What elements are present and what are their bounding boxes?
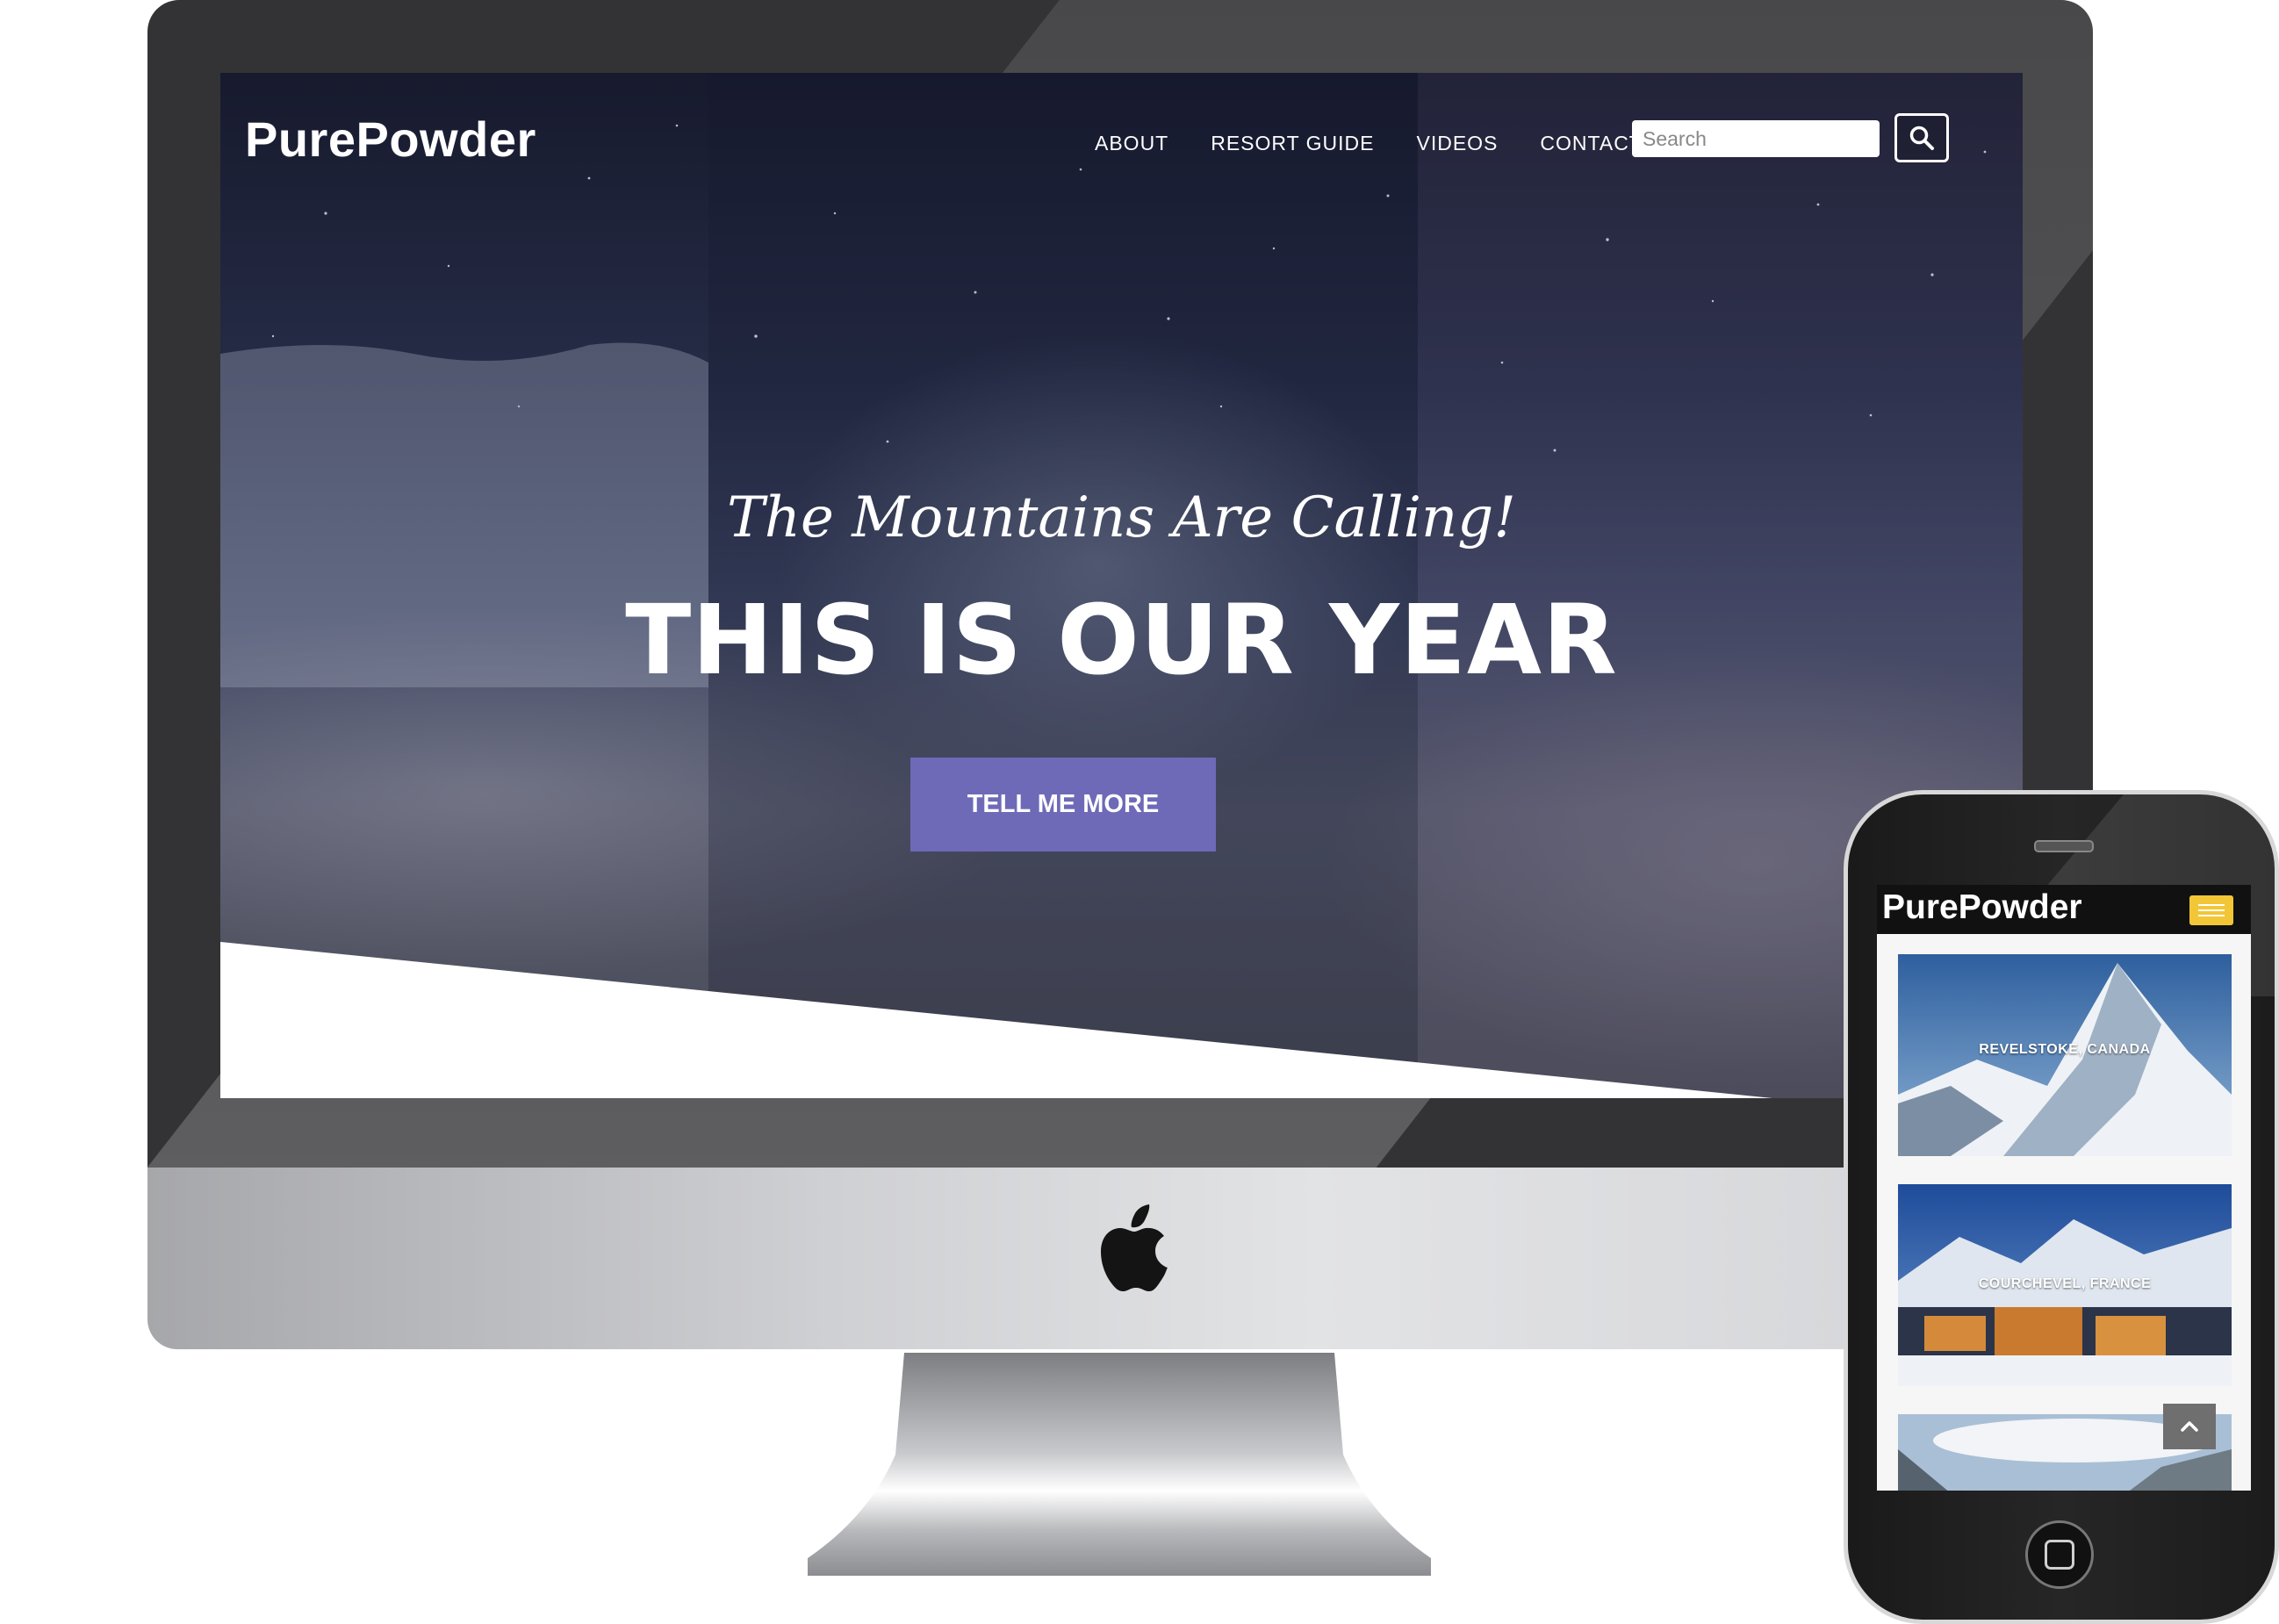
search-button[interactable]: [1894, 113, 1949, 162]
resort-card-label: REVELSTOKE, CANADA: [1979, 1042, 2151, 1057]
site-logo[interactable]: PurePowder: [245, 111, 536, 168]
home-button-icon: [2045, 1540, 2074, 1570]
device-mockup-stage: PurePowder ABOUT RESORT GUIDE VIDEOS CON…: [0, 0, 2279, 1624]
tell-me-more-button[interactable]: TELL ME MORE: [910, 758, 1216, 852]
hamburger-icon-bar: [2198, 909, 2225, 911]
nav-item-videos[interactable]: VIDEOS: [1416, 132, 1498, 155]
resort-card-label: COURCHEVEL, FRANCE: [1978, 1276, 2152, 1291]
back-to-top-button[interactable]: [2163, 1404, 2216, 1449]
mobile-header: PurePowder: [1877, 885, 2251, 934]
hamburger-icon-bar: [2198, 904, 2225, 906]
monitor-stand: [808, 1353, 1431, 1576]
mobile-website-screen: PurePowder REVELSTOKE, CANADA COURCHEVEL…: [1877, 885, 2251, 1491]
hamburger-menu-button[interactable]: [2189, 895, 2233, 925]
hamburger-icon-bar: [2198, 915, 2225, 916]
nav-item-resort-guide[interactable]: RESORT GUIDE: [1211, 132, 1374, 155]
desktop-website-screen: PurePowder ABOUT RESORT GUIDE VIDEOS CON…: [220, 73, 2023, 1098]
phone-home-button: [2025, 1520, 2094, 1589]
apple-logo-icon: [1101, 1204, 1168, 1291]
resort-card[interactable]: COURCHEVEL, FRANCE: [1898, 1184, 2232, 1386]
hero-headline: THIS IS OUR YEAR: [625, 584, 1618, 696]
hero-tagline: The Mountains Are Calling!: [727, 485, 1516, 550]
mobile-site-logo[interactable]: PurePowder: [1882, 888, 2082, 927]
chevron-up-icon: [2181, 1421, 2198, 1432]
main-nav: ABOUT RESORT GUIDE VIDEOS CONTACT: [1095, 132, 1643, 155]
nav-item-about[interactable]: ABOUT: [1095, 132, 1168, 155]
phone-speaker: [2034, 840, 2094, 852]
search-icon: [1909, 126, 1934, 150]
resort-card[interactable]: REVELSTOKE, CANADA: [1898, 954, 2232, 1156]
search-input[interactable]: [1632, 120, 1880, 157]
nav-item-contact[interactable]: CONTACT: [1540, 132, 1642, 155]
